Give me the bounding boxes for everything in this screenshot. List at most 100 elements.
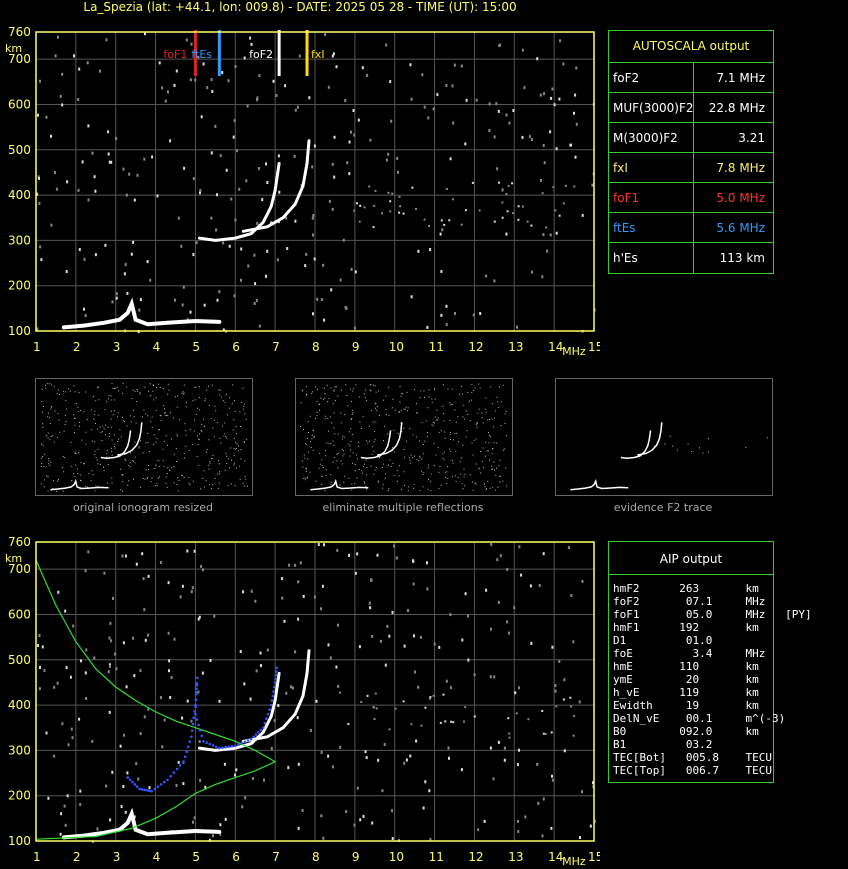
thumb-noise — [449, 402, 451, 403]
noise-dot — [508, 736, 511, 739]
noise-dot — [412, 582, 415, 586]
marker-ftes-label: ftEs — [191, 48, 212, 61]
thumb-noise — [450, 404, 452, 406]
noise-dot — [256, 221, 259, 225]
noise-dot — [558, 659, 561, 663]
x-tick-label: 1 — [33, 340, 41, 354]
thumb-noise — [164, 408, 165, 410]
thumb-noise — [456, 432, 458, 434]
trace-copy — [197, 671, 281, 752]
y-unit-label: km — [5, 42, 22, 55]
noise-dot — [276, 258, 279, 262]
noise-dot — [50, 134, 52, 138]
thumb-noise — [224, 401, 226, 403]
thumb-noise — [358, 441, 360, 443]
thumb-noise — [97, 485, 99, 487]
thumb-noise — [209, 461, 211, 463]
thumb-noise — [382, 463, 384, 465]
virtual-height-point — [271, 694, 275, 698]
noise-dot — [490, 543, 493, 546]
thumb-noise — [177, 477, 179, 479]
thumb-noise — [388, 487, 390, 489]
thumb-noise — [350, 440, 352, 442]
noise-dot — [222, 241, 225, 245]
thumb-noise — [352, 409, 354, 411]
thumb-noise — [204, 400, 206, 402]
thumb-noise — [218, 460, 219, 462]
noise-dot — [433, 642, 436, 646]
thumb-noise — [201, 431, 203, 433]
noise-dot — [345, 810, 348, 814]
thumb-noise — [359, 421, 361, 423]
thumb-noise — [340, 412, 342, 414]
thumb-noise — [409, 428, 411, 430]
noise-dot — [387, 191, 390, 194]
thumb-noise — [160, 419, 162, 421]
noise-dot — [545, 226, 548, 229]
noise-dot — [331, 207, 334, 211]
virtual-height-point — [183, 755, 187, 758]
aip-line: DelN_vE 00.1 m^(-3) — [613, 712, 786, 725]
thumb-noise — [233, 419, 235, 421]
thumb-noise — [305, 386, 307, 388]
thumb-noise — [99, 463, 101, 465]
y-tick-label: 760 — [8, 25, 31, 39]
noise-dot — [206, 86, 209, 90]
noise-dot — [141, 552, 144, 556]
noise-dot — [57, 590, 60, 594]
virtual-height-point — [193, 710, 196, 713]
thumb-noise — [503, 449, 505, 451]
thumb-noise — [449, 419, 451, 421]
thumb-noise — [181, 474, 182, 476]
thumb-noise — [379, 457, 380, 459]
noise-dot — [366, 73, 369, 77]
thumb-noise — [306, 393, 307, 395]
autoscala-row: h'Es 113 km — [609, 242, 773, 273]
thumb-noise — [323, 387, 325, 389]
thumb-noise — [197, 407, 198, 409]
noise-dot — [147, 633, 150, 637]
thumb-noise — [66, 408, 67, 410]
noise-dot — [320, 298, 323, 301]
noise-dot — [371, 635, 374, 638]
noise-dot — [443, 223, 446, 226]
thumb-noise — [372, 421, 374, 423]
y-tick-label: 100 — [8, 834, 31, 848]
thumb-noise — [215, 410, 217, 412]
thumb-noise — [71, 465, 73, 467]
thumb-noise — [305, 394, 307, 396]
noise-dot — [85, 697, 88, 700]
noise-dot — [83, 257, 86, 261]
thumb-noise — [132, 389, 134, 391]
thumb-noise — [390, 466, 392, 467]
thumb-noise — [117, 441, 119, 442]
noise-dot — [335, 665, 338, 669]
thumb-noise — [342, 438, 343, 440]
noise-dot — [133, 198, 136, 202]
thumb-noise — [311, 392, 313, 394]
noise-dot — [312, 233, 314, 237]
noise-dot — [503, 758, 506, 762]
thumb-noise — [91, 429, 93, 431]
thumb-noise — [133, 478, 135, 480]
noise-dot — [464, 592, 467, 596]
noise-dot — [507, 631, 510, 635]
noise-dot — [249, 36, 252, 40]
thumb-noise — [243, 403, 245, 405]
thumb-noise — [457, 416, 459, 418]
thumb-noise — [485, 397, 487, 399]
thumb-noise — [74, 476, 76, 478]
thumb-noise — [318, 467, 320, 469]
thumb-noise — [304, 477, 306, 479]
thumb-noise — [450, 431, 451, 433]
thumb-noise — [198, 464, 200, 466]
thumb-noise — [189, 429, 191, 431]
noise-dot — [327, 643, 330, 647]
noise-dot — [501, 188, 504, 191]
thumb-noise — [94, 414, 96, 416]
thumb-noise — [133, 416, 135, 418]
thumb-noise — [245, 418, 247, 420]
thumb-noise — [108, 395, 110, 396]
thumb-noise — [413, 483, 415, 485]
thumb-noise — [699, 447, 700, 449]
